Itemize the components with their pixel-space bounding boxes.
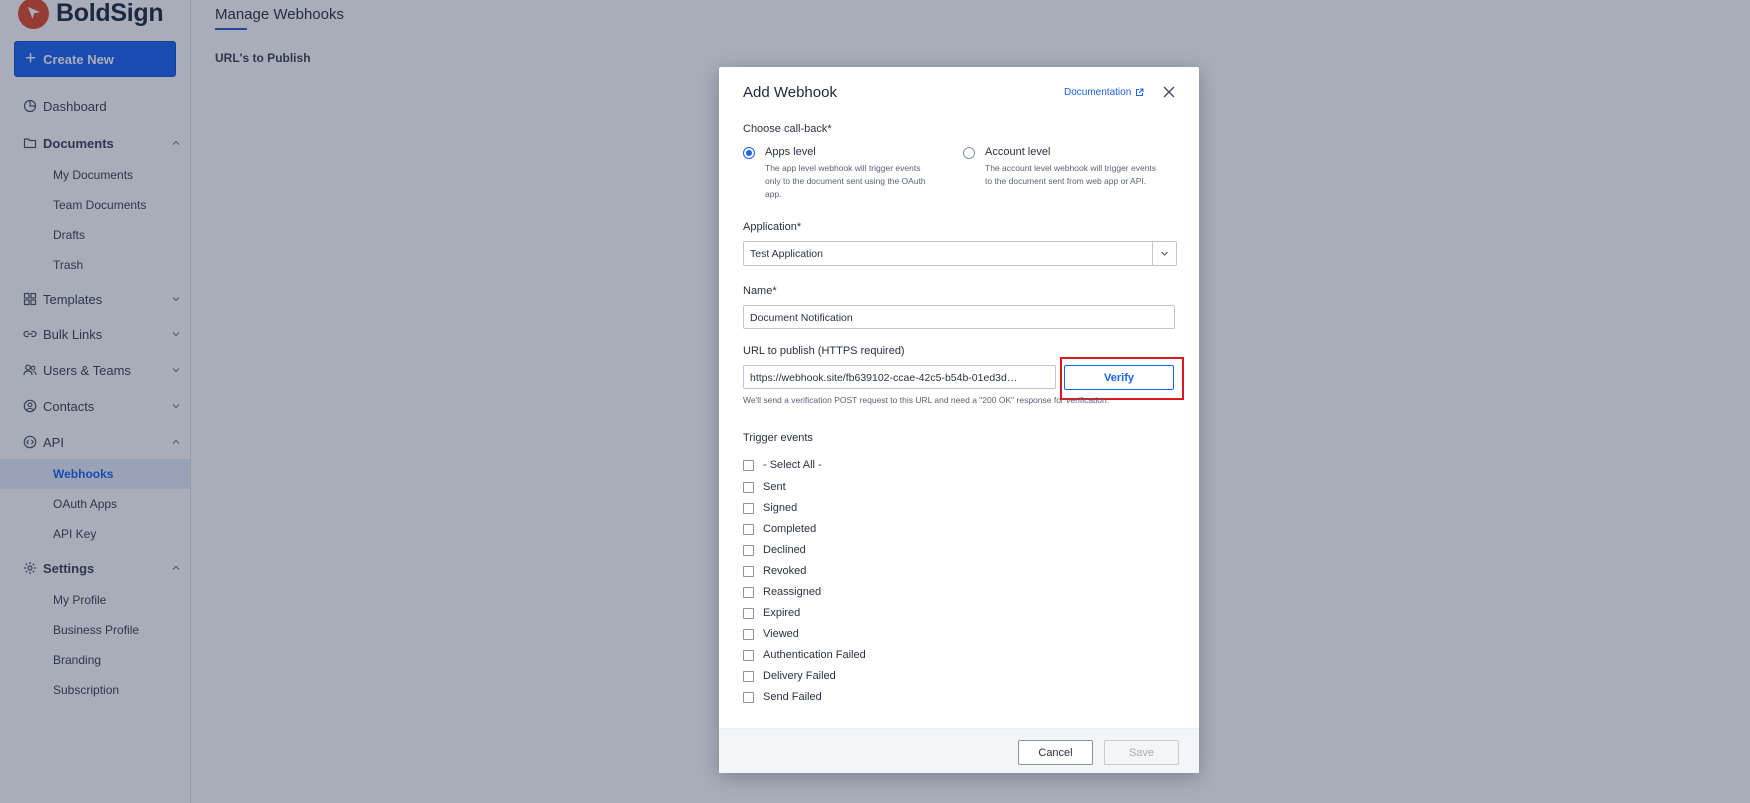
cancel-button[interactable]: Cancel: [1018, 740, 1093, 765]
checkbox-label: Revoked: [763, 565, 807, 577]
signed-checkbox[interactable]: [743, 503, 754, 514]
trigger-events-label: Trigger events: [743, 432, 813, 444]
sent-checkbox[interactable]: [743, 482, 754, 493]
checkbox-label: Send Failed: [763, 691, 822, 703]
checkbox-label: - Select All -: [763, 459, 822, 471]
checkbox-label: Expired: [763, 607, 801, 619]
checkbox-label: Viewed: [763, 628, 799, 640]
reassigned-checkbox[interactable]: [743, 587, 754, 598]
application-select[interactable]: Test Application: [743, 241, 1177, 266]
completed-checkbox[interactable]: [743, 524, 754, 535]
highlight-box: [1060, 357, 1184, 400]
documentation-link[interactable]: Documentation: [1064, 87, 1144, 98]
external-link-icon: [1136, 88, 1144, 96]
name-label: Name*: [743, 285, 777, 297]
callback-label: Choose call-back*: [743, 123, 832, 135]
expired-checkbox[interactable]: [743, 608, 754, 619]
url-value: https://webhook.site/fb639102-ccae-42c5-…: [750, 372, 1018, 384]
apps-level-title: Apps level: [765, 146, 816, 158]
save-button[interactable]: Save: [1104, 740, 1179, 765]
close-icon[interactable]: [1161, 84, 1177, 100]
revoked-checkbox[interactable]: [743, 566, 754, 577]
apps-level-description: The app level webhook will trigger event…: [765, 163, 926, 199]
account-level-title: Account level: [985, 146, 1051, 158]
chevron-down-icon: [1161, 251, 1168, 256]
dialog-title: Add Webhook: [743, 84, 837, 101]
application-value: Test Application: [750, 248, 823, 260]
documentation-label: Documentation: [1064, 87, 1132, 98]
checkbox-label: Delivery Failed: [763, 670, 836, 682]
dropdown-button[interactable]: [1152, 242, 1176, 265]
checkbox-label: Sent: [763, 481, 786, 493]
url-label: URL to publish (HTTPS required): [743, 345, 905, 357]
checkbox-label: Signed: [763, 502, 798, 514]
url-input[interactable]: https://webhook.site/fb639102-ccae-42c5-…: [743, 365, 1056, 389]
application-label: Application*: [743, 221, 802, 233]
account-level-radio[interactable]: [963, 147, 975, 159]
checkbox-label: Authentication Failed: [763, 649, 866, 661]
checkbox-label: Declined: [763, 544, 806, 556]
name-value: Document Notification: [750, 312, 853, 324]
delivery-failed-checkbox[interactable]: [743, 671, 754, 682]
send-failed-checkbox[interactable]: [743, 692, 754, 703]
apps-level-radio[interactable]: [743, 147, 755, 159]
add-webhook-dialog: Add Webhook Documentation Choose call-ba…: [719, 67, 1199, 773]
select-all-checkbox[interactable]: [743, 460, 754, 471]
checkbox-label: Completed: [763, 523, 817, 535]
name-input[interactable]: Document Notification: [743, 305, 1175, 329]
checkbox-label: Reassigned: [763, 586, 822, 598]
dialog-footer: Cancel Save: [719, 728, 1199, 773]
authentication-failed-checkbox[interactable]: [743, 650, 754, 661]
viewed-checkbox[interactable]: [743, 629, 754, 640]
account-level-description: The account level webhook will trigger e…: [985, 163, 1157, 186]
url-hint: We'll send a verification POST request t…: [743, 395, 1110, 405]
declined-checkbox[interactable]: [743, 545, 754, 556]
